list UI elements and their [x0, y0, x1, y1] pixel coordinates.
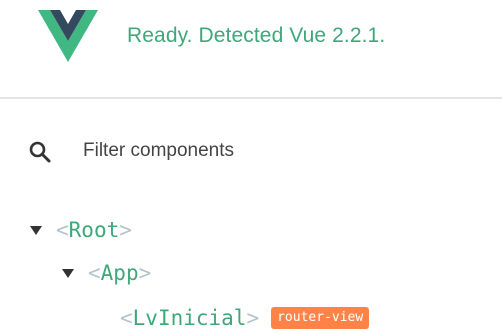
expand-arrow-icon[interactable] — [30, 225, 42, 235]
header-divider — [0, 97, 502, 99]
tag-open-bracket: < — [88, 261, 101, 285]
filter-bar — [0, 128, 502, 172]
devtools-header: Ready. Detected Vue 2.2.1. — [0, 0, 502, 96]
vue-logo-icon — [38, 10, 98, 62]
search-icon — [29, 141, 51, 163]
tag-open-bracket: < — [120, 306, 133, 330]
tree-node-root[interactable]: < Root > — [30, 212, 132, 248]
status-message: Ready. Detected Vue 2.2.1. — [127, 24, 386, 47]
tag-close-bracket: > — [119, 218, 132, 242]
component-name: LvInicial — [132, 306, 247, 330]
tag-open-bracket: < — [56, 218, 69, 242]
component-name: App — [100, 261, 139, 285]
filter-components-input[interactable] — [83, 136, 463, 166]
expand-arrow-icon[interactable] — [62, 268, 74, 278]
router-view-badge: router-view — [271, 307, 370, 329]
tree-node-lvinicial[interactable]: < LvInicial > router-view — [120, 300, 370, 333]
tag-close-bracket: > — [246, 306, 260, 330]
tree-node-app[interactable]: < App > — [62, 255, 151, 291]
tag-close-bracket: > — [138, 261, 152, 285]
component-name: Root — [68, 218, 120, 242]
